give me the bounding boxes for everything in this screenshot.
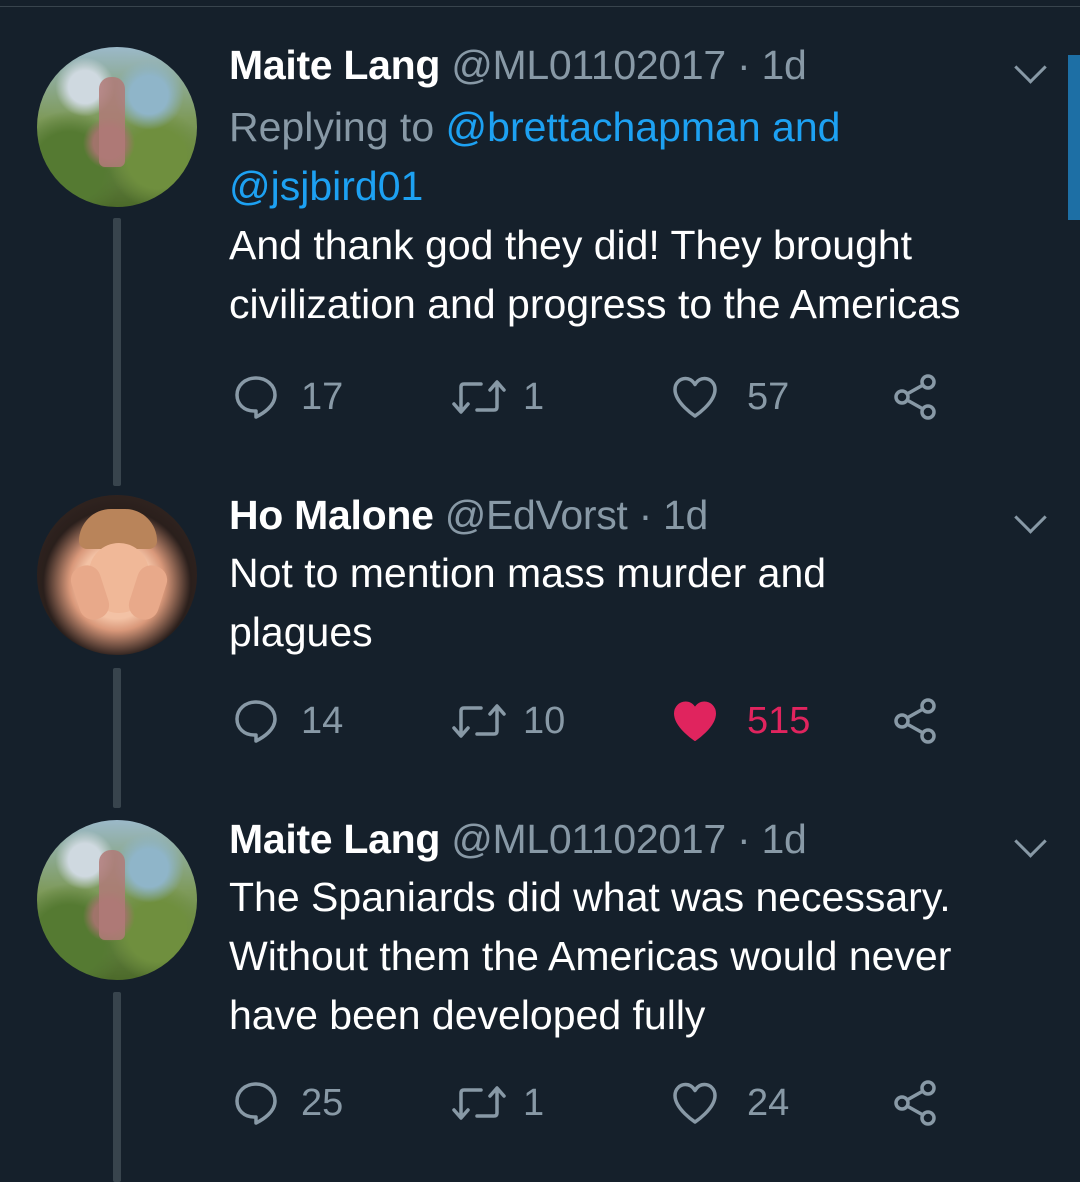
- tweet-actions: 25 1 24: [229, 1078, 989, 1128]
- tweet-header: Ho Malone @EdVorst · 1d: [229, 490, 1040, 540]
- separator-dot: ·: [736, 42, 751, 88]
- retweet-count: 10: [523, 699, 566, 742]
- like-count: 57: [747, 375, 790, 418]
- avatar[interactable]: [37, 495, 197, 655]
- replying-to: Replying to @brettachapman and @jsjbird0…: [229, 98, 1040, 216]
- thread-line: [113, 992, 121, 1182]
- retweet-button[interactable]: 1: [451, 1078, 544, 1128]
- display-name[interactable]: Maite Lang: [229, 816, 440, 862]
- retweet-button[interactable]: 1: [451, 372, 544, 422]
- separator-dot: ·: [638, 492, 653, 538]
- tweet-1[interactable]: Maite Lang @ML01102017 · 1d Replying to …: [0, 0, 1080, 486]
- like-icon: [674, 701, 716, 741]
- tweet-actions: 14 10 515: [229, 696, 989, 746]
- timestamp[interactable]: 1d: [761, 42, 806, 88]
- tweet-2[interactable]: Ho Malone @EdVorst · 1d Not to mention m…: [0, 470, 1080, 808]
- user-handle[interactable]: @ML01102017: [451, 42, 726, 88]
- share-button[interactable]: [891, 372, 939, 422]
- reply-icon: [235, 700, 277, 743]
- tweet-text: Not to mention mass murder and plagues: [229, 550, 827, 655]
- reply-count: 25: [301, 1081, 344, 1124]
- user-handle[interactable]: @EdVorst: [445, 492, 628, 538]
- retweet-count: 1: [523, 1081, 545, 1124]
- thread-line: [113, 218, 121, 486]
- tweet-3[interactable]: Maite Lang @ML01102017 · 1d The Spaniard…: [0, 800, 1080, 1182]
- separator-dot: ·: [736, 816, 751, 862]
- share-icon: [894, 1080, 936, 1126]
- reply-count: 17: [301, 375, 344, 418]
- replying-prefix: Replying to: [229, 104, 435, 150]
- share-button[interactable]: [891, 696, 939, 746]
- like-button[interactable]: 24: [671, 1078, 789, 1128]
- avatar[interactable]: [37, 47, 197, 207]
- avatar[interactable]: [37, 820, 197, 980]
- tweet-text: And thank god they did! They brought civ…: [229, 222, 961, 327]
- reply-icon: [235, 376, 277, 419]
- share-icon: [894, 374, 936, 420]
- replying-users-link[interactable]: @brettachapman and: [446, 104, 841, 150]
- like-icon: [673, 376, 717, 418]
- reply-button[interactable]: 17: [233, 372, 343, 422]
- retweet-button[interactable]: 10: [451, 696, 565, 746]
- reply-count: 14: [301, 699, 344, 742]
- tweet-header: Maite Lang @ML01102017 · 1d: [229, 814, 1040, 864]
- reply-button[interactable]: 14: [233, 696, 343, 746]
- timestamp[interactable]: 1d: [663, 492, 708, 538]
- retweet-count: 1: [523, 375, 545, 418]
- share-icon: [894, 698, 936, 744]
- like-count: 24: [747, 1081, 790, 1124]
- like-button[interactable]: 515: [671, 696, 810, 746]
- timestamp[interactable]: 1d: [761, 816, 806, 862]
- like-button[interactable]: 57: [671, 372, 789, 422]
- user-handle[interactable]: @ML01102017: [451, 816, 726, 862]
- tweet-actions: 17 1 57: [229, 372, 989, 422]
- reply-button[interactable]: 25: [233, 1078, 343, 1128]
- thread-line: [113, 668, 121, 808]
- display-name[interactable]: Ho Malone: [229, 492, 434, 538]
- tweet-text: The Spaniards did what was necessary. Wi…: [229, 874, 952, 1038]
- retweet-icon: [452, 380, 506, 414]
- retweet-icon: [452, 704, 506, 738]
- like-icon: [673, 1082, 717, 1124]
- display-name[interactable]: Maite Lang: [229, 42, 440, 88]
- reply-icon: [235, 1082, 277, 1125]
- tweet-header: Maite Lang @ML01102017 · 1d: [229, 40, 1040, 90]
- like-count: 515: [747, 699, 811, 742]
- share-button[interactable]: [891, 1078, 939, 1128]
- replying-users-link-2[interactable]: @jsjbird01: [229, 163, 423, 209]
- retweet-icon: [452, 1086, 506, 1120]
